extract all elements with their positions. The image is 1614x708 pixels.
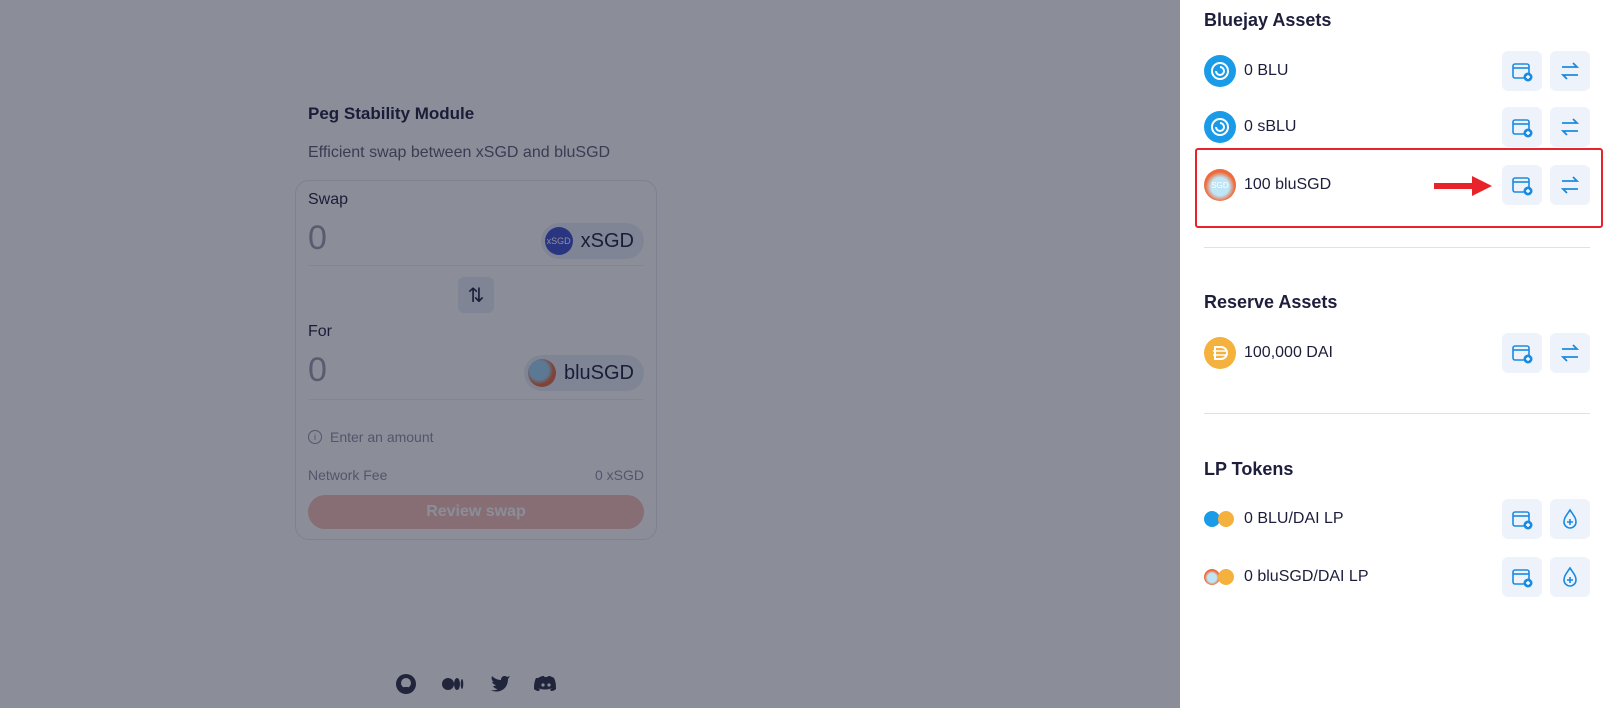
blusgd-dai-lp-icon [1204,569,1236,585]
add-liquidity-button[interactable] [1550,499,1590,539]
add-to-wallet-icon [1512,63,1533,82]
asset-row-dai: 100,000 DAI [1204,331,1590,375]
reserve-assets-title: Reserve Assets [1204,292,1338,312]
assets-drawer: Bluejay Assets 0 BLU 0 sBLU SGD 100 bluS… [1180,0,1614,708]
add-liquidity-button[interactable] [1550,557,1590,597]
liquidity-drop-icon [1563,508,1577,529]
section-divider [1204,413,1590,414]
swap-arrows-icon [1560,344,1580,362]
swap-button[interactable] [1550,333,1590,373]
liquidity-drop-icon [1563,566,1577,587]
asset-amount: 0 sBLU [1244,118,1297,135]
lp-row-blusgd-dai: 0 bluSGD/DAI LP [1204,555,1590,599]
swap-arrows-icon [1560,118,1580,136]
dai-icon [1218,511,1234,527]
red-arrow-annotation [1434,176,1492,196]
highlight-box [1195,148,1603,228]
add-to-wallet-button[interactable] [1502,557,1542,597]
add-to-wallet-icon [1512,345,1533,364]
blu-icon [1204,111,1236,143]
lp-tokens-title: LP Tokens [1204,459,1294,479]
lp-row-blu-dai: 0 BLU/DAI LP [1204,497,1590,541]
asset-amount: 100,000 DAI [1244,344,1333,361]
swap-button[interactable] [1550,51,1590,91]
add-to-wallet-button[interactable] [1502,107,1542,147]
add-to-wallet-icon [1512,511,1533,530]
section-divider [1204,247,1590,248]
swap-button[interactable] [1550,107,1590,147]
blu-dai-lp-icon [1204,511,1236,527]
modal-backdrop[interactable] [0,0,1180,708]
asset-row-blu: 0 BLU [1204,49,1590,93]
lp-amount: 0 BLU/DAI LP [1244,510,1344,527]
lp-amount: 0 bluSGD/DAI LP [1244,568,1369,585]
add-to-wallet-button[interactable] [1502,333,1542,373]
dai-icon [1218,569,1234,585]
asset-amount: 0 BLU [1244,62,1289,79]
swap-arrows-icon [1560,62,1580,80]
add-to-wallet-button[interactable] [1502,499,1542,539]
dai-icon [1204,337,1236,369]
asset-row-sblu: 0 sBLU [1204,105,1590,149]
add-to-wallet-icon [1512,119,1533,138]
add-to-wallet-icon [1512,569,1533,588]
add-to-wallet-button[interactable] [1502,51,1542,91]
blu-icon [1204,55,1236,87]
bluejay-assets-title: Bluejay Assets [1204,10,1332,30]
